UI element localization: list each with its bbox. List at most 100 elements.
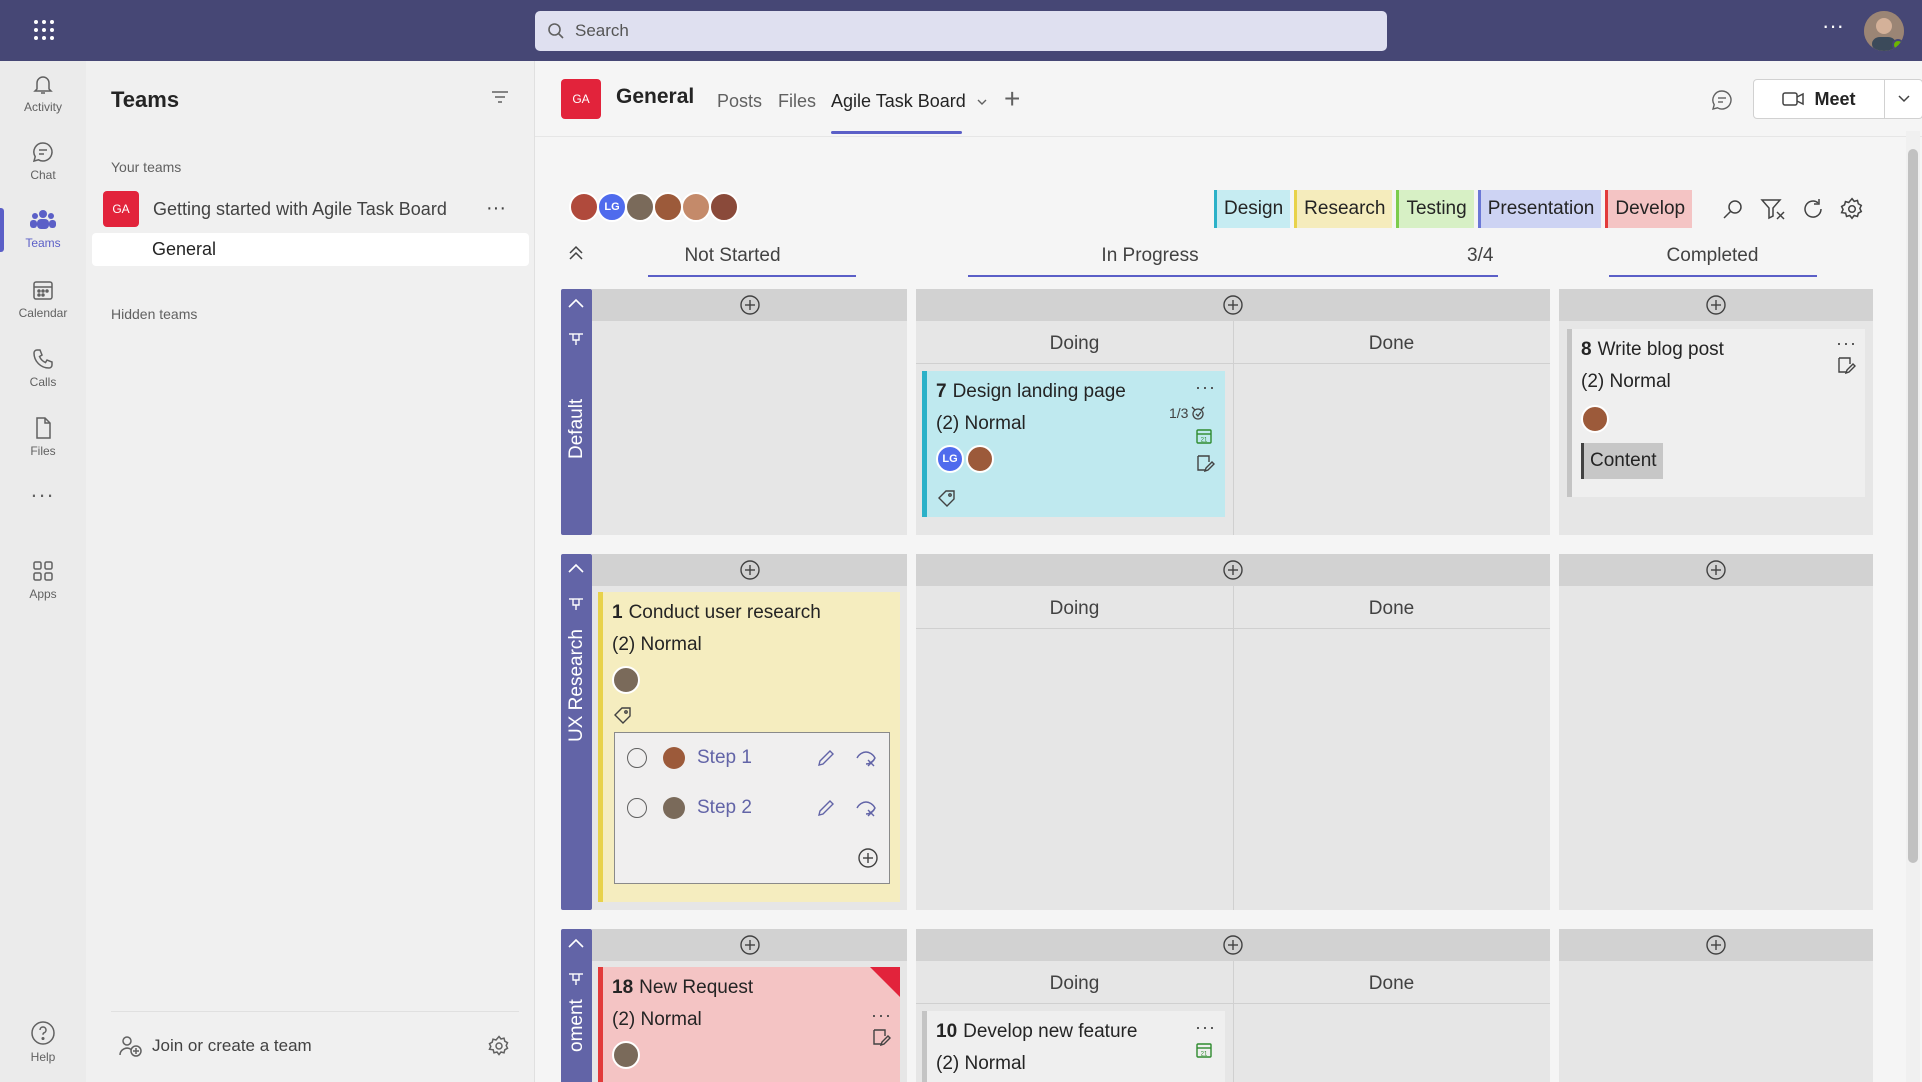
chevron-up-icon[interactable] xyxy=(566,936,586,950)
add-card-bar[interactable] xyxy=(592,929,907,961)
add-circle-icon[interactable] xyxy=(1222,294,1244,316)
add-circle-icon[interactable] xyxy=(739,294,761,316)
user-avatar[interactable] xyxy=(1864,11,1904,51)
pencil-icon[interactable] xyxy=(816,748,836,768)
tag-testing[interactable]: Testing xyxy=(1396,190,1474,228)
tab-agile-task-board[interactable]: Agile Task Board xyxy=(831,91,987,112)
add-card-bar[interactable] xyxy=(1559,929,1873,961)
add-card-bar[interactable] xyxy=(1559,289,1873,321)
cell-in-progress: Doing Done 10 Develop new feature (2) Nor… xyxy=(916,929,1550,1082)
channel-general[interactable]: General xyxy=(92,233,529,266)
unassign-icon[interactable] xyxy=(855,798,877,818)
rail-calendar[interactable]: Calendar xyxy=(0,268,86,330)
card-more-icon[interactable]: ··· xyxy=(871,1005,892,1026)
card-1[interactable]: 1 Conduct user research (2) Normal Step 1 xyxy=(598,592,900,902)
search-input[interactable]: Search xyxy=(535,11,1387,51)
avatar[interactable] xyxy=(653,192,683,222)
avatar[interactable]: LG xyxy=(936,445,964,473)
filter-icon[interactable] xyxy=(491,89,509,105)
avatar[interactable] xyxy=(569,192,599,222)
pin-icon[interactable] xyxy=(568,597,584,611)
tag-design[interactable]: Design xyxy=(1214,190,1291,228)
avatar[interactable] xyxy=(612,1041,640,1069)
add-circle-icon[interactable] xyxy=(857,847,879,869)
avatar[interactable] xyxy=(612,666,640,694)
settings-icon[interactable] xyxy=(1840,197,1864,221)
team-more-icon[interactable]: ··· xyxy=(486,197,506,220)
card-8[interactable]: 8 Write blog post (2) Normal ··· Content xyxy=(1567,329,1865,497)
avatar[interactable] xyxy=(625,192,655,222)
collapse-all-icon[interactable] xyxy=(567,244,585,262)
rail-chat[interactable]: Chat xyxy=(0,130,86,192)
card-7[interactable]: 7 Design landing page (2) Normal ··· 1/3 … xyxy=(922,371,1225,517)
unassign-icon[interactable] xyxy=(855,748,877,768)
avatar[interactable]: LG xyxy=(597,192,627,222)
add-card-bar[interactable] xyxy=(916,929,1550,961)
card-priority: (2) Normal xyxy=(1581,371,1671,392)
add-card-bar[interactable] xyxy=(592,289,907,321)
card-more-icon[interactable]: ··· xyxy=(1836,333,1857,354)
avatar[interactable] xyxy=(681,192,711,222)
avatar[interactable] xyxy=(1581,405,1609,433)
add-tab-icon[interactable]: + xyxy=(1004,85,1020,113)
rail-calls[interactable]: Calls xyxy=(0,337,86,399)
pin-icon[interactable] xyxy=(568,332,584,346)
scrollbar-thumb[interactable] xyxy=(1908,149,1918,863)
conversation-icon[interactable] xyxy=(1711,89,1733,111)
card-more-icon[interactable]: ··· xyxy=(1195,1017,1216,1038)
card-10[interactable]: 10 Develop new feature (2) Normal ··· 21 xyxy=(922,1011,1225,1082)
hidden-teams-label[interactable]: Hidden teams xyxy=(111,306,197,322)
meet-dropdown[interactable] xyxy=(1885,79,1922,119)
add-circle-icon[interactable] xyxy=(1705,934,1727,956)
add-circle-icon[interactable] xyxy=(1705,559,1727,581)
channel-avatar: GA xyxy=(561,79,601,119)
gear-icon[interactable] xyxy=(488,1035,510,1057)
board-scrollbar[interactable] xyxy=(1906,131,1920,1082)
avatar[interactable] xyxy=(966,445,994,473)
rail-help[interactable]: Help xyxy=(0,1011,86,1073)
tag-develop[interactable]: Develop xyxy=(1605,190,1693,228)
rail-apps[interactable]: Apps xyxy=(0,549,86,611)
join-create-team-button[interactable]: Join or create a team xyxy=(118,1035,312,1057)
step-label[interactable]: Step 2 xyxy=(697,797,752,819)
tab-posts[interactable]: Posts xyxy=(717,91,762,112)
add-circle-icon[interactable] xyxy=(739,559,761,581)
checklist-progress: 1/3 xyxy=(1169,405,1206,421)
rail-teams[interactable]: Teams xyxy=(0,198,86,260)
add-card-bar[interactable] xyxy=(1559,554,1873,586)
tag-research[interactable]: Research xyxy=(1294,190,1393,228)
rail-more[interactable]: ... xyxy=(0,459,86,521)
checkbox[interactable] xyxy=(627,798,647,818)
add-card-bar[interactable] xyxy=(916,289,1550,321)
card-number: 10 xyxy=(936,1021,958,1042)
add-card-bar[interactable] xyxy=(916,554,1550,586)
add-circle-icon[interactable] xyxy=(739,934,761,956)
tab-files[interactable]: Files xyxy=(778,91,816,112)
search-icon[interactable] xyxy=(1721,197,1745,221)
add-circle-icon[interactable] xyxy=(1705,294,1727,316)
app-launcher-icon[interactable] xyxy=(22,14,66,46)
chevron-up-icon[interactable] xyxy=(566,296,586,310)
pin-icon[interactable] xyxy=(568,972,584,986)
add-card-bar[interactable] xyxy=(592,554,907,586)
pencil-icon[interactable] xyxy=(816,798,836,818)
checkbox[interactable] xyxy=(627,748,647,768)
filter-icon[interactable] xyxy=(1760,197,1786,221)
step-label[interactable]: Step 1 xyxy=(697,747,752,769)
meet-button[interactable]: Meet xyxy=(1753,79,1885,119)
refresh-icon[interactable] xyxy=(1801,197,1825,221)
add-circle-icon[interactable] xyxy=(1222,559,1244,581)
team-item[interactable]: GA Getting started with Agile Task Board… xyxy=(94,187,526,231)
settings-more-icon[interactable]: ··· xyxy=(1818,15,1848,42)
chevron-up-icon[interactable] xyxy=(566,561,586,575)
subcolumn-doing: Doing xyxy=(1049,598,1100,619)
rail-label: Chat xyxy=(30,168,56,182)
card-18[interactable]: 18 New Request (2) Normal ··· xyxy=(598,967,900,1082)
avatar[interactable] xyxy=(709,192,739,222)
phone-icon xyxy=(33,349,53,369)
rail-label: Calls xyxy=(29,375,57,389)
rail-activity[interactable]: Activity xyxy=(0,62,86,124)
add-circle-icon[interactable] xyxy=(1222,934,1244,956)
tag-presentation[interactable]: Presentation xyxy=(1477,190,1602,228)
card-more-icon[interactable]: ··· xyxy=(1195,377,1216,398)
